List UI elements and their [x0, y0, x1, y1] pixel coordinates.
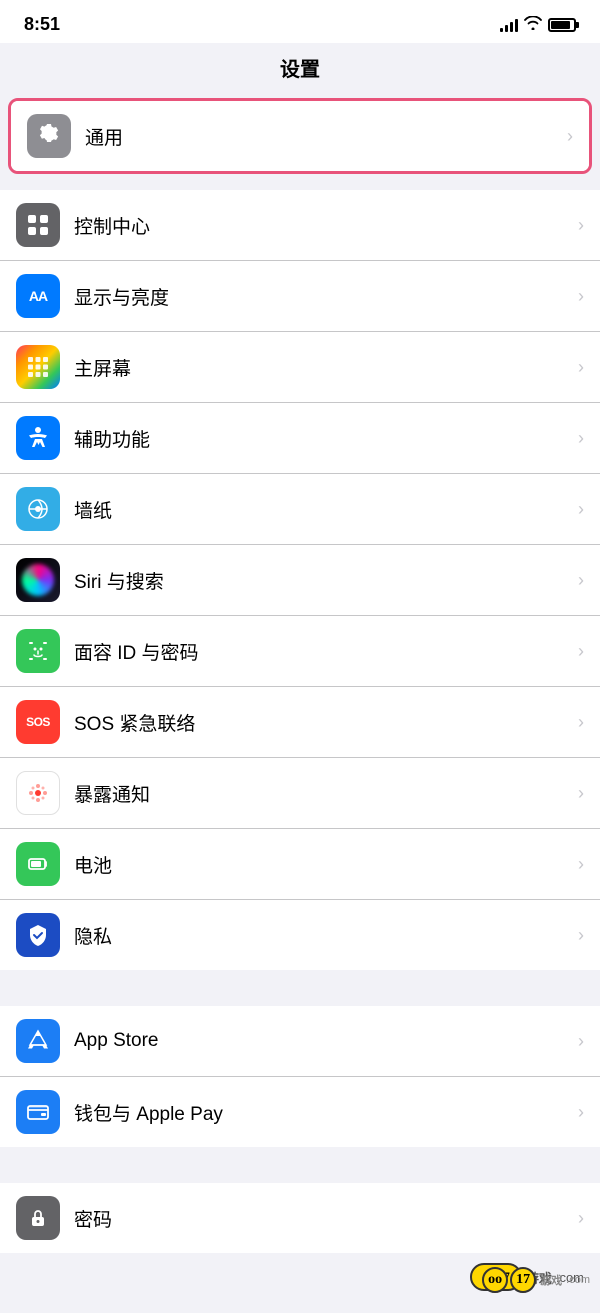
- control-center-label: 控制中心: [74, 212, 570, 239]
- homescreen-chevron: ›: [578, 357, 584, 378]
- general-label: 通用: [85, 123, 559, 150]
- sos-label: SOS 紧急联络: [74, 709, 570, 736]
- page-title: 设置: [0, 43, 600, 96]
- display-chevron: ›: [578, 286, 584, 307]
- settings-item-sos[interactable]: SOS SOS 紧急联络 ›: [0, 687, 600, 758]
- password-chevron: ›: [578, 1208, 584, 1229]
- faceid-label: 面容 ID 与密码: [74, 638, 570, 665]
- accessibility-icon: [16, 416, 60, 460]
- status-time: 8:51: [24, 14, 60, 35]
- battery-chevron: ›: [578, 854, 584, 875]
- exposure-icon: [16, 771, 60, 815]
- store-section: App Store › 钱包与 Apple Pay ›: [0, 1006, 600, 1147]
- privacy-chevron: ›: [578, 925, 584, 946]
- settings-item-general[interactable]: 通用 ›: [11, 101, 589, 171]
- settings-item-battery[interactable]: 电池 ›: [0, 829, 600, 900]
- wallet-label: 钱包与 Apple Pay: [74, 1099, 570, 1126]
- settings-item-control-center[interactable]: 控制中心 ›: [0, 190, 600, 261]
- exposure-label: 暴露通知: [74, 780, 570, 807]
- status-icons: [500, 16, 576, 33]
- appstore-chevron: ›: [578, 1031, 584, 1052]
- settings-item-homescreen[interactable]: 主屏幕 ›: [0, 332, 600, 403]
- wallpaper-label: 墙纸: [74, 496, 570, 523]
- settings-item-privacy[interactable]: 隐私 ›: [0, 900, 600, 970]
- wallet-chevron: ›: [578, 1102, 584, 1123]
- wallpaper-chevron: ›: [578, 499, 584, 520]
- battery-settings-icon: [16, 842, 60, 886]
- battery-label: 电池: [74, 851, 570, 878]
- homescreen-icon: [16, 345, 60, 389]
- general-section-highlighted: 通用 ›: [8, 98, 592, 174]
- settings-item-wallpaper[interactable]: 墙纸 ›: [0, 474, 600, 545]
- siri-label: Siri 与搜索: [74, 567, 570, 594]
- faceid-icon: [16, 629, 60, 673]
- password-section: 密码 › oo 17 游戏 .com: [0, 1183, 600, 1253]
- password-label: 密码: [74, 1205, 570, 1232]
- privacy-label: 隐私: [74, 922, 570, 949]
- settings-item-wallet[interactable]: 钱包与 Apple Pay ›: [0, 1077, 600, 1147]
- control-center-icon: [16, 203, 60, 247]
- settings-item-siri[interactable]: Siri 与搜索 ›: [0, 545, 600, 616]
- settings-item-accessibility[interactable]: 辅助功能 ›: [0, 403, 600, 474]
- wallpaper-icon: [16, 487, 60, 531]
- settings-item-faceid[interactable]: 面容 ID 与密码 ›: [0, 616, 600, 687]
- wifi-icon: [524, 16, 542, 33]
- exposure-chevron: ›: [578, 783, 584, 804]
- homescreen-label: 主屏幕: [74, 354, 570, 381]
- privacy-icon: [16, 913, 60, 957]
- main-settings-section: 控制中心 › AA 显示与亮度 › 主屏幕 ›: [0, 190, 600, 970]
- settings-item-exposure[interactable]: 暴露通知 ›: [0, 758, 600, 829]
- display-label: 显示与亮度: [74, 283, 570, 310]
- watermark: oo 17 游戏 .com: [482, 1267, 590, 1293]
- accessibility-chevron: ›: [578, 428, 584, 449]
- wallet-icon: [16, 1090, 60, 1134]
- battery-icon: [548, 18, 576, 32]
- password-icon: [16, 1196, 60, 1240]
- settings-item-appstore[interactable]: App Store ›: [0, 1006, 600, 1077]
- siri-icon: [16, 558, 60, 602]
- control-center-chevron: ›: [578, 215, 584, 236]
- section-gap-1: [0, 970, 600, 1006]
- settings-item-display[interactable]: AA 显示与亮度 ›: [0, 261, 600, 332]
- display-icon: AA: [16, 274, 60, 318]
- general-chevron: ›: [567, 126, 573, 147]
- siri-chevron: ›: [578, 570, 584, 591]
- accessibility-label: 辅助功能: [74, 425, 570, 452]
- section-gap-2: [0, 1147, 600, 1183]
- appstore-label: App Store: [74, 1030, 570, 1052]
- sos-icon: SOS: [16, 700, 60, 744]
- settings-item-password[interactable]: 密码 ›: [0, 1183, 600, 1253]
- status-bar: 8:51: [0, 0, 600, 43]
- gear-icon: [27, 114, 71, 158]
- faceid-chevron: ›: [578, 641, 584, 662]
- sos-chevron: ›: [578, 712, 584, 733]
- signal-icon: [500, 18, 518, 32]
- appstore-icon: [16, 1019, 60, 1063]
